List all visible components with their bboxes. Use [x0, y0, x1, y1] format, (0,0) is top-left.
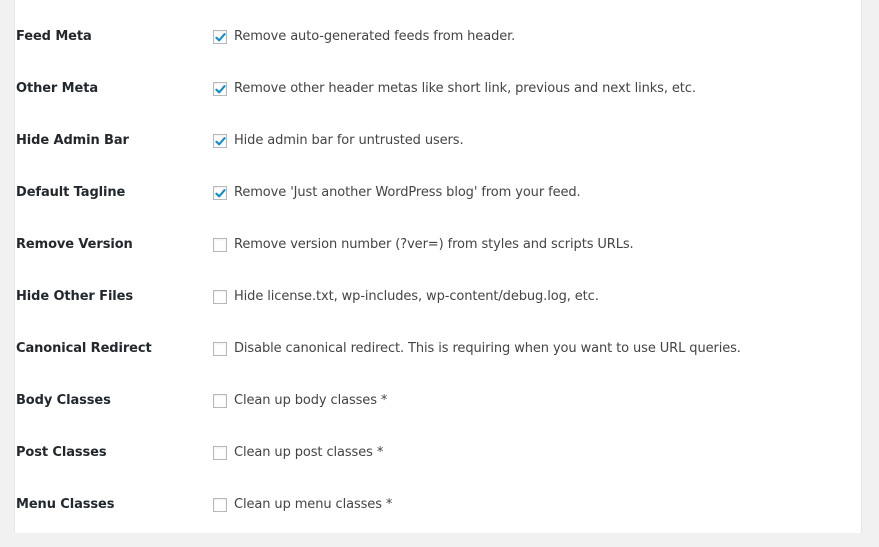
setting-label: Feed Meta [16, 29, 92, 44]
setting-row-default-tagline: Default Tagline Remove 'Just another Wor… [15, 183, 861, 235]
checkmark-icon [215, 137, 226, 146]
setting-field: Hide license.txt, wp-includes, wp-conten… [213, 287, 599, 307]
hide-admin-bar-checkbox[interactable] [213, 134, 227, 148]
post-classes-checkbox[interactable] [213, 446, 227, 460]
remove-version-checkbox[interactable] [213, 238, 227, 252]
setting-row-canonical-redirect: Canonical Redirect Disable canonical red… [15, 339, 861, 391]
setting-description[interactable]: Remove version number (?ver=) from style… [234, 235, 634, 255]
setting-description[interactable]: Clean up post classes * [234, 443, 383, 463]
setting-label: Default Tagline [16, 185, 126, 200]
setting-row-remove-version: Remove Version Remove version number (?v… [15, 235, 861, 287]
feed-meta-checkbox[interactable] [213, 30, 227, 44]
setting-row-hide-other-files: Hide Other Files Hide license.txt, wp-in… [15, 287, 861, 339]
checkmark-icon [215, 189, 226, 198]
other-meta-checkbox[interactable] [213, 82, 227, 96]
body-classes-checkbox[interactable] [213, 394, 227, 408]
setting-description[interactable]: Hide admin bar for untrusted users. [234, 131, 464, 151]
default-tagline-checkbox[interactable] [213, 186, 227, 200]
setting-field: Clean up body classes * [213, 391, 387, 411]
canonical-redirect-checkbox[interactable] [213, 342, 227, 356]
setting-description[interactable]: Remove other header metas like short lin… [234, 79, 696, 99]
setting-field: Clean up menu classes * [213, 495, 392, 515]
setting-row-hide-admin-bar: Hide Admin Bar Hide admin bar for untrus… [15, 131, 861, 183]
setting-row-body-classes: Body Classes Clean up body classes * [15, 391, 861, 443]
setting-description[interactable]: Remove 'Just another WordPress blog' fro… [234, 183, 581, 203]
hide-other-files-checkbox[interactable] [213, 290, 227, 304]
setting-row-feed-meta: Feed Meta Remove auto-generated feeds fr… [15, 27, 861, 79]
setting-label: Other Meta [16, 81, 99, 96]
setting-description[interactable]: Remove auto-generated feeds from header. [234, 27, 515, 47]
setting-description[interactable]: Disable canonical redirect. This is requ… [234, 339, 741, 359]
setting-label: Remove Version [16, 237, 133, 252]
setting-label: Post Classes [16, 445, 107, 460]
setting-field: Hide admin bar for untrusted users. [213, 131, 464, 151]
setting-description[interactable]: Hide license.txt, wp-includes, wp-conten… [234, 287, 599, 307]
settings-panel: Feed Meta Remove auto-generated feeds fr… [14, 0, 862, 533]
setting-field: Remove 'Just another WordPress blog' fro… [213, 183, 581, 203]
setting-row-menu-classes: Menu Classes Clean up menu classes * [15, 495, 861, 547]
setting-label: Menu Classes [16, 497, 115, 512]
setting-description[interactable]: Clean up menu classes * [234, 495, 392, 515]
setting-field: Disable canonical redirect. This is requ… [213, 339, 741, 359]
checkmark-icon [215, 33, 226, 42]
setting-field: Remove other header metas like short lin… [213, 79, 696, 99]
setting-row-other-meta: Other Meta Remove other header metas lik… [15, 79, 861, 131]
setting-field: Remove auto-generated feeds from header. [213, 27, 515, 47]
setting-field: Remove version number (?ver=) from style… [213, 235, 634, 255]
setting-label: Body Classes [16, 393, 111, 408]
setting-field: Clean up post classes * [213, 443, 383, 463]
setting-label: Hide Admin Bar [16, 133, 129, 148]
setting-description[interactable]: Clean up body classes * [234, 391, 387, 411]
setting-row-post-classes: Post Classes Clean up post classes * [15, 443, 861, 495]
menu-classes-checkbox[interactable] [213, 498, 227, 512]
setting-label: Canonical Redirect [16, 341, 152, 356]
checkmark-icon [215, 85, 226, 94]
setting-label: Hide Other Files [16, 289, 134, 304]
